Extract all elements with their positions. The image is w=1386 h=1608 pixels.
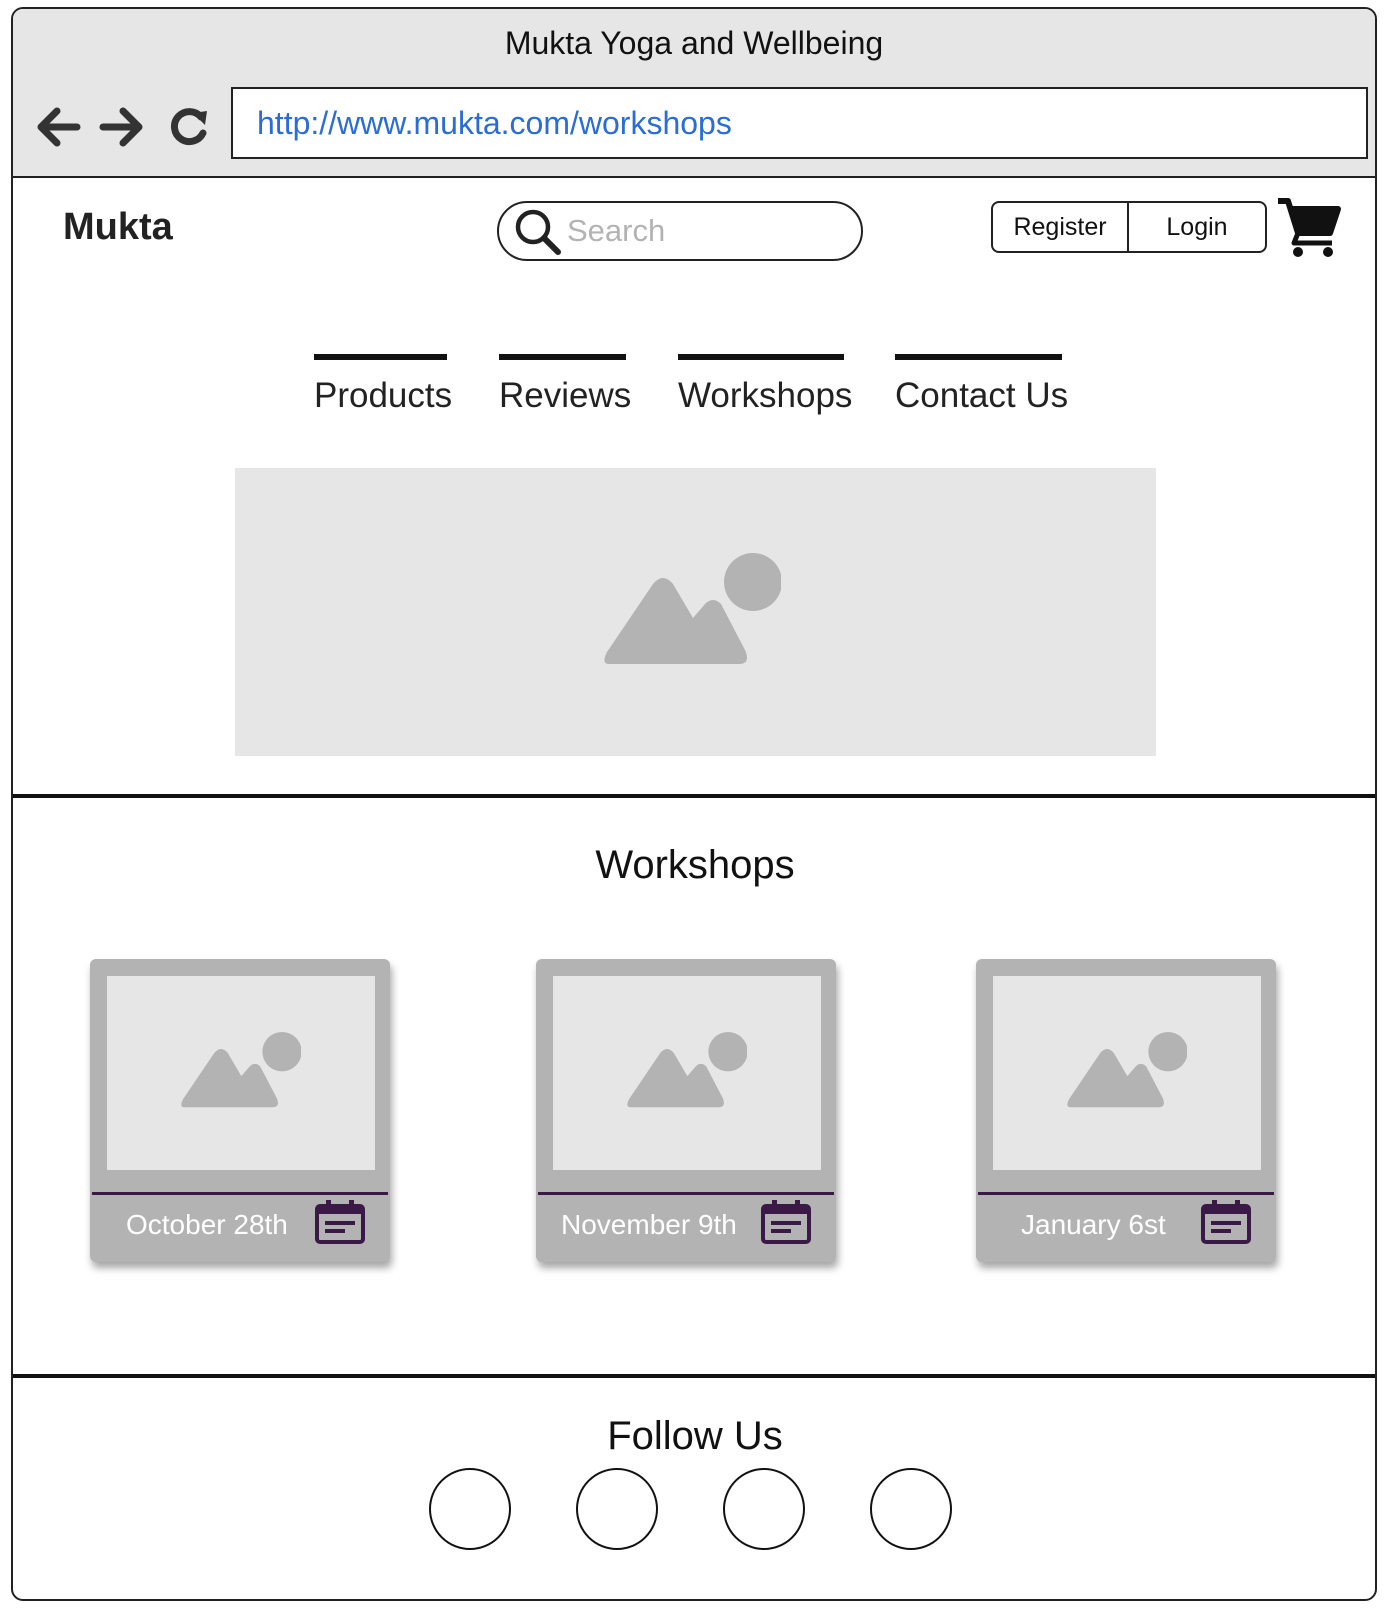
card-image [107,976,375,1170]
window-title: Mukta Yoga and Wellbeing [504,25,884,61]
image-placeholder-icon [1065,1030,1187,1114]
tab-reviews[interactable]: Reviews [499,354,631,418]
address-bar[interactable]: http://www.mukta.com/workshops [231,87,1368,159]
follow-us-title: Follow Us [607,1414,783,1458]
workshops-title: Workshops [595,843,795,887]
tab-indicator [314,354,447,360]
tab-indicator [678,354,844,360]
calendar-icon[interactable] [1200,1199,1252,1245]
search-input[interactable] [567,211,837,251]
tab-indicator [895,354,1062,360]
image-placeholder-icon [625,1030,747,1114]
search-bar[interactable] [497,201,863,261]
workshop-card-2[interactable]: November 9th [536,959,836,1262]
section-divider [13,794,1375,798]
social-link-4[interactable] [870,1468,952,1550]
tab-label: Products [314,376,453,415]
image-placeholder-icon [179,1030,301,1114]
image-placeholder-icon [601,552,781,672]
section-divider [13,1374,1375,1378]
tab-label: Contact Us [895,376,1069,415]
brand-logo[interactable]: Mukta [63,206,173,249]
card-divider [978,1192,1274,1195]
card-image [553,976,821,1170]
tab-contact-us[interactable]: Contact Us [895,354,1068,418]
reload-icon[interactable] [163,101,215,153]
arrow-left-icon[interactable] [31,101,83,153]
card-image [993,976,1261,1170]
social-link-3[interactable] [723,1468,805,1550]
card-date: January 6st [1021,1209,1166,1240]
login-button[interactable]: Login [1129,203,1265,251]
card-date: October 28th [126,1209,288,1240]
tab-workshops[interactable]: Workshops [678,354,852,418]
browser-chrome: Mukta Yoga and Wellbeing http://www.mukt… [13,9,1375,178]
tab-products[interactable]: Products [314,354,452,418]
workshop-card-1[interactable]: October 28th [90,959,390,1262]
calendar-icon[interactable] [760,1199,812,1245]
shopping-cart-icon[interactable] [1276,195,1342,261]
auth-buttons: Register Login [991,201,1267,253]
tab-indicator [499,354,626,360]
url-text[interactable]: http://www.mukta.com/workshops [257,105,732,142]
register-button[interactable]: Register [993,203,1129,251]
social-link-2[interactable] [576,1468,658,1550]
card-date: November 9th [561,1209,737,1240]
calendar-icon[interactable] [314,1199,366,1245]
hero-image [235,468,1156,756]
search-icon [515,209,561,255]
social-link-1[interactable] [429,1468,511,1550]
card-divider [92,1192,388,1195]
arrow-right-icon[interactable] [97,101,149,153]
tab-label: Reviews [499,376,632,415]
workshop-card-3[interactable]: January 6st [976,959,1276,1262]
card-divider [538,1192,834,1195]
tab-label: Workshops [678,376,853,415]
browser-window: Mukta Yoga and Wellbeing http://www.mukt… [11,7,1377,1601]
